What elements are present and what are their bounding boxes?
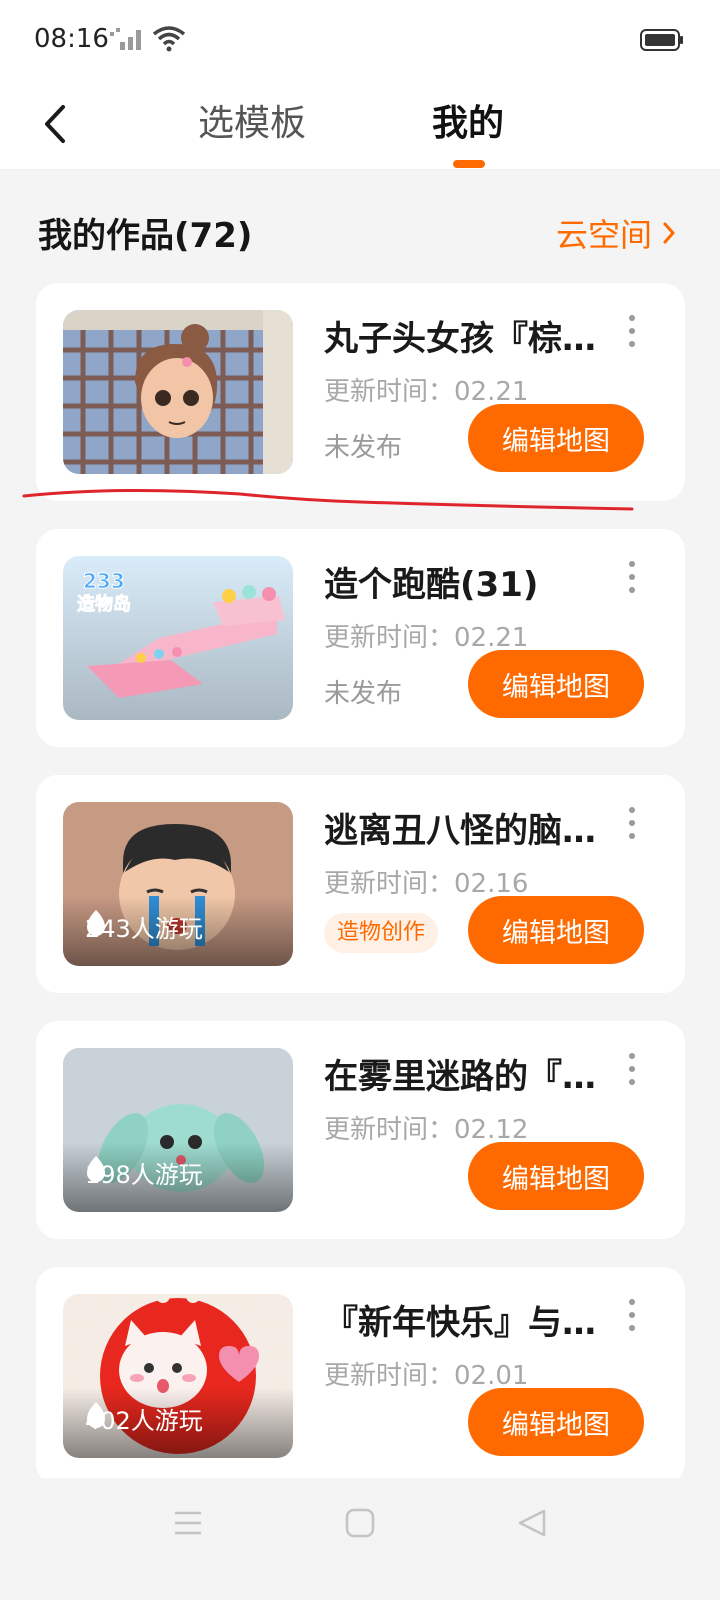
work-thumbnail[interactable]	[63, 310, 293, 474]
status-bar: 08:16	[0, 0, 720, 82]
status-time: 08:16	[34, 24, 109, 54]
play-count: 198人游玩	[85, 1155, 203, 1190]
update-label: 更新时间：	[324, 1115, 455, 1145]
work-card[interactable]: 243人游玩 逃离丑八怪的脑… 更新时间：02.16 造物创作 编辑地图	[36, 775, 685, 993]
publish-status: 未发布	[324, 679, 403, 709]
more-vertical-icon[interactable]	[622, 1299, 642, 1331]
battery-icon	[640, 29, 683, 51]
update-label: 更新时间：	[324, 1361, 455, 1391]
play-count: 402人游玩	[85, 1401, 203, 1436]
update-date: 02.21	[454, 377, 529, 407]
edit-map-button[interactable]: 编辑地图	[468, 1388, 644, 1456]
wifi-icon	[152, 26, 186, 52]
cloud-space-link[interactable]: 云空间	[556, 210, 676, 256]
thumb-logo-number: 233	[83, 569, 125, 593]
work-updated: 更新时间：02.21	[324, 617, 528, 654]
annotation-underline	[22, 488, 634, 511]
work-thumbnail[interactable]: 243人游玩	[63, 802, 293, 966]
work-title: 丸子头女孩『棕…	[324, 319, 596, 359]
edit-map-button[interactable]: 编辑地图	[468, 650, 644, 718]
update-date: 02.01	[454, 1361, 529, 1391]
tab-templates[interactable]: 选模板	[198, 94, 306, 154]
work-thumbnail-art: 233 造物岛	[63, 556, 293, 720]
work-card[interactable]: 198人游玩 在雾里迷路的『… 更新时间：02.12 编辑地图	[36, 1021, 685, 1239]
work-updated: 更新时间：02.01	[324, 1355, 528, 1392]
tab-mine[interactable]: 我的	[432, 94, 504, 154]
update-label: 更新时间：	[324, 623, 455, 653]
work-updated: 更新时间：02.21	[324, 371, 528, 408]
publish-status: 未发布	[324, 433, 403, 463]
cloud-space-label: 云空间	[556, 216, 653, 254]
edit-map-button[interactable]: 编辑地图	[468, 404, 644, 472]
work-thumbnail[interactable]: 233 造物岛	[63, 556, 293, 720]
back-button[interactable]	[30, 94, 80, 154]
flame-icon	[87, 910, 105, 936]
update-date: 02.12	[454, 1115, 529, 1145]
home-icon[interactable]	[345, 1508, 375, 1538]
edit-map-button[interactable]: 编辑地图	[468, 1142, 644, 1210]
thumb-logo-text: 造物岛	[77, 593, 131, 615]
system-nav-bar	[0, 1478, 720, 1600]
work-card[interactable]: 402人游玩 『新年快乐』与… 更新时间：02.01 编辑地图	[36, 1267, 685, 1485]
work-thumbnail-art	[63, 310, 293, 474]
work-title: 『新年快乐』与…	[324, 1303, 596, 1343]
category-badge: 造物创作	[324, 913, 439, 953]
more-vertical-icon[interactable]	[622, 315, 642, 347]
work-title: 逃离丑八怪的脑…	[324, 811, 596, 851]
more-vertical-icon[interactable]	[622, 807, 642, 839]
update-date: 02.16	[454, 869, 529, 899]
work-thumbnail[interactable]: 198人游玩	[63, 1048, 293, 1212]
menu-icon[interactable]	[173, 1508, 203, 1538]
top-nav: 选模板 我的	[0, 82, 720, 170]
work-card[interactable]: 233 造物岛 造个跑酷(31) 更新时间：02.21 未发布 编辑地图	[36, 529, 685, 747]
chevron-left-icon	[45, 105, 65, 143]
work-card[interactable]: 丸子头女孩『棕… 更新时间：02.21 未发布 编辑地图	[36, 283, 685, 501]
more-vertical-icon[interactable]	[622, 1053, 642, 1085]
update-date: 02.21	[454, 623, 529, 653]
more-vertical-icon[interactable]	[622, 561, 642, 593]
active-tab-indicator	[453, 160, 485, 168]
signal-icon	[110, 28, 141, 50]
flame-icon	[87, 1402, 105, 1428]
edit-map-button[interactable]: 编辑地图	[468, 896, 644, 964]
update-label: 更新时间：	[324, 377, 455, 407]
flame-icon	[87, 1156, 105, 1182]
section-title: 我的作品(72)	[38, 216, 253, 256]
work-updated: 更新时间：02.16	[324, 863, 528, 900]
work-title: 在雾里迷路的『…	[324, 1057, 596, 1097]
back-triangle-icon[interactable]	[517, 1508, 547, 1538]
work-title: 造个跑酷(31)	[324, 565, 539, 605]
play-count: 243人游玩	[85, 909, 203, 944]
update-label: 更新时间：	[324, 869, 455, 899]
work-updated: 更新时间：02.12	[324, 1109, 528, 1146]
work-thumbnail[interactable]: 402人游玩	[63, 1294, 293, 1458]
chevron-right-icon	[663, 222, 675, 244]
